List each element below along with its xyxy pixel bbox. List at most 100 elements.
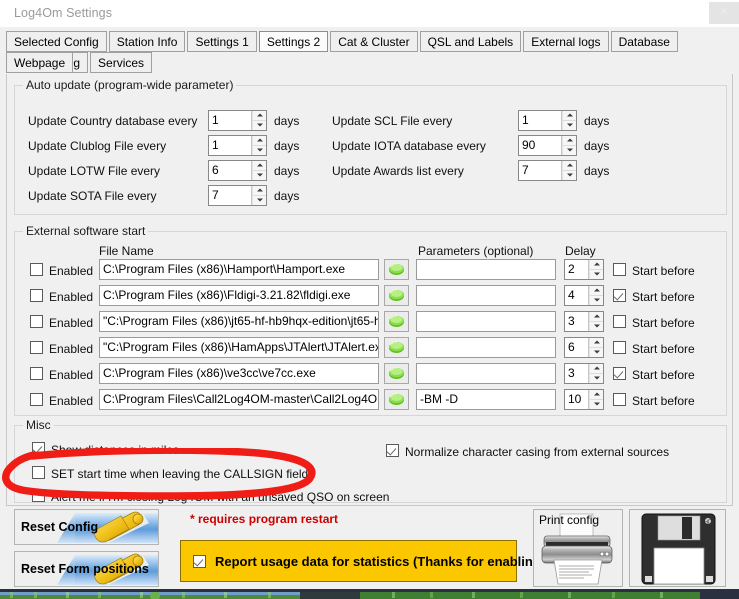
spinner-update-sota-file-every-arrows[interactable] (251, 186, 266, 205)
spinner-delay-row-1[interactable]: 2 (564, 259, 604, 280)
spinner-delay-row-1-arrows[interactable] (588, 260, 603, 279)
spinner-update-awards-list-every-arrows[interactable] (561, 161, 576, 180)
checkbox-report-usage-data[interactable] (193, 554, 206, 568)
spinner-update-sota-file-every[interactable]: 7 (208, 185, 267, 206)
save-config-button[interactable]: HD (629, 509, 726, 587)
tab-settings-2[interactable]: Settings 2 (258, 31, 329, 52)
tab-qsl-and-labels[interactable]: QSL and Labels (419, 31, 522, 52)
spinner-update-country-database-every-arrows[interactable] (251, 111, 266, 130)
tab-selected-config[interactable]: Selected Config (6, 31, 107, 52)
spinner-update-scl-file-every-arrows[interactable] (561, 111, 576, 130)
chevron-up-icon[interactable] (589, 390, 603, 400)
chevron-down-icon[interactable] (562, 170, 576, 180)
spinner-delay-row-2[interactable]: 4 (564, 285, 604, 306)
spinner-update-iota-database-every-arrows[interactable] (561, 136, 576, 155)
spinner-delay-row-3-value[interactable]: 3 (565, 312, 588, 331)
chevron-up-icon[interactable] (252, 161, 266, 171)
spinner-delay-row-6-arrows[interactable] (588, 390, 603, 409)
tab-settings-1[interactable]: Settings 1 (187, 31, 257, 52)
tab-cat-cluster[interactable]: Cat & Cluster (330, 31, 418, 52)
spinner-delay-row-6-value[interactable]: 10 (565, 390, 588, 409)
spinner-update-scl-file-every[interactable]: 1 (518, 110, 577, 131)
input-file-name-row-2[interactable]: C:\Program Files (x86)\Fldigi-3.21.82\fl… (99, 285, 379, 306)
checkbox-show-distances-in-miles[interactable] (32, 442, 45, 455)
tab-external-logs[interactable]: External logs (523, 31, 609, 52)
spinner-delay-row-5[interactable]: 3 (564, 363, 604, 384)
input-parameters-row-2[interactable] (416, 285, 556, 306)
checkbox-enabled-row-6[interactable] (30, 393, 43, 406)
browse-button-row-5[interactable] (384, 363, 409, 384)
tab-services[interactable]: Services (90, 52, 153, 73)
input-parameters-row-5[interactable] (416, 363, 556, 384)
checkbox-start-before-row-5[interactable] (613, 367, 626, 380)
tab-station-info[interactable]: Station Info (108, 31, 186, 52)
checkbox-enabled-row-4[interactable] (30, 341, 43, 354)
chevron-down-icon[interactable] (589, 399, 603, 409)
chevron-down-icon[interactable] (589, 295, 603, 305)
input-parameters-row-3[interactable] (416, 311, 556, 332)
spinner-update-scl-file-every-value[interactable]: 1 (519, 111, 561, 130)
spinner-update-awards-list-every[interactable]: 7 (518, 160, 577, 181)
spinner-delay-row-6[interactable]: 10 (564, 389, 604, 410)
input-file-name-row-3[interactable]: "C:\Program Files (x86)\jt65-hf-hb9hqx-e… (99, 311, 379, 332)
chevron-down-icon[interactable] (562, 145, 576, 155)
reset-form-positions-button[interactable]: Reset Form positions (14, 551, 159, 587)
spinner-update-country-database-every-value[interactable]: 1 (209, 111, 251, 130)
chevron-down-icon[interactable] (252, 145, 266, 155)
spinner-update-lotw-file-every-value[interactable]: 6 (209, 161, 251, 180)
tab-webpage[interactable]: Webpage (6, 52, 74, 73)
chevron-down-icon[interactable] (589, 373, 603, 383)
checkbox-start-before-row-3[interactable] (613, 315, 626, 328)
chevron-down-icon[interactable] (252, 195, 266, 205)
checkbox-enabled-row-2[interactable] (30, 289, 43, 302)
chevron-up-icon[interactable] (562, 161, 576, 171)
chevron-up-icon[interactable] (252, 186, 266, 196)
checkbox-start-before-row-4[interactable] (613, 341, 626, 354)
chevron-up-icon[interactable] (589, 312, 603, 322)
spinner-delay-row-3-arrows[interactable] (588, 312, 603, 331)
chevron-up-icon[interactable] (562, 136, 576, 146)
checkbox-enabled-row-3[interactable] (30, 315, 43, 328)
chevron-up-icon[interactable] (589, 338, 603, 348)
checkbox-enabled-row-1[interactable] (30, 263, 43, 276)
spinner-delay-row-5-arrows[interactable] (588, 364, 603, 383)
close-icon[interactable]: ✕ (709, 2, 739, 24)
spinner-update-clublog-file-every[interactable]: 1 (208, 135, 267, 156)
checkbox-start-before-row-2[interactable] (613, 289, 626, 302)
spinner-delay-row-2-arrows[interactable] (588, 286, 603, 305)
spinner-delay-row-4[interactable]: 6 (564, 337, 604, 358)
spinner-update-sota-file-every-value[interactable]: 7 (209, 186, 251, 205)
browse-button-row-4[interactable] (384, 337, 409, 358)
input-parameters-row-6[interactable]: -BM -D (416, 389, 556, 410)
chevron-up-icon[interactable] (252, 111, 266, 121)
input-file-name-row-1[interactable]: C:\Program Files (x86)\Hamport\Hamport.e… (99, 259, 379, 280)
chevron-up-icon[interactable] (589, 286, 603, 296)
checkbox-alert-unsaved-qso[interactable] (32, 489, 45, 502)
spinner-update-clublog-file-every-value[interactable]: 1 (209, 136, 251, 155)
browse-button-row-1[interactable] (384, 259, 409, 280)
chevron-down-icon[interactable] (252, 170, 266, 180)
reset-config-button[interactable]: Reset Config (14, 509, 159, 545)
chevron-up-icon[interactable] (589, 364, 603, 374)
spinner-delay-row-4-value[interactable]: 6 (565, 338, 588, 357)
print-config-button[interactable]: Print config (533, 509, 623, 587)
input-parameters-row-4[interactable] (416, 337, 556, 358)
input-file-name-row-4[interactable]: "C:\Program Files (x86)\HamApps\JTAlert\… (99, 337, 379, 358)
checkbox-normalize-casing[interactable] (386, 444, 399, 457)
chevron-down-icon[interactable] (589, 321, 603, 331)
spinner-update-lotw-file-every-arrows[interactable] (251, 161, 266, 180)
spinner-delay-row-2-value[interactable]: 4 (565, 286, 588, 305)
checkbox-enabled-row-5[interactable] (30, 367, 43, 380)
spinner-update-awards-list-every-value[interactable]: 7 (519, 161, 561, 180)
spinner-update-iota-database-every-value[interactable]: 90 (519, 136, 561, 155)
chevron-down-icon[interactable] (252, 120, 266, 130)
input-file-name-row-6[interactable]: C:\Program Files\Call2Log4OM-master\Call… (99, 389, 379, 410)
checkbox-start-before-row-6[interactable] (613, 393, 626, 406)
chevron-down-icon[interactable] (562, 120, 576, 130)
browse-button-row-2[interactable] (384, 285, 409, 306)
spinner-delay-row-4-arrows[interactable] (588, 338, 603, 357)
browse-button-row-3[interactable] (384, 311, 409, 332)
tab-database[interactable]: Database (610, 31, 678, 52)
chevron-down-icon[interactable] (589, 269, 603, 279)
spinner-delay-row-5-value[interactable]: 3 (565, 364, 588, 383)
